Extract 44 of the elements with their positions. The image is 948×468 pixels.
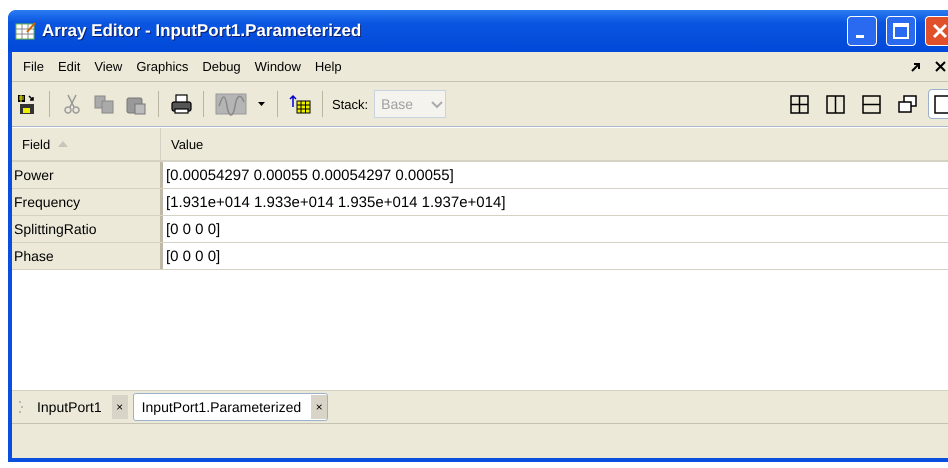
value-cell[interactable]: [0.00054297 0.00055 0.00054297 0.00055]	[163, 162, 948, 188]
maximize-button[interactable]	[886, 16, 916, 46]
close-icon	[935, 61, 946, 72]
stack-label: Stack:	[332, 96, 368, 112]
rows-layout-icon	[860, 94, 882, 114]
menu-item[interactable]: View	[87, 59, 130, 74]
menu-item[interactable]: Edit	[50, 59, 88, 74]
grip-icon	[18, 400, 24, 414]
wave-plot-icon	[215, 92, 247, 116]
menu-item[interactable]: Window	[248, 59, 308, 74]
close-icon	[932, 23, 948, 39]
minimize-button[interactable]	[847, 16, 877, 46]
grid-layout-icon	[788, 94, 810, 114]
value-cell[interactable]: [0 0 0 0]	[163, 216, 948, 242]
single-layout-icon	[932, 94, 948, 114]
value-cell[interactable]: [0 0 0 0]	[163, 243, 948, 269]
menu-item[interactable]: Graphics	[129, 59, 196, 74]
field-cell: SplittingRatio	[12, 216, 163, 242]
close-button[interactable]	[933, 59, 948, 74]
printer-icon	[170, 93, 192, 115]
floating-windows-icon	[896, 94, 918, 114]
value-cell[interactable]: [1.931e+014 1.933e+014 1.935e+014 1.937e+014]	[163, 189, 948, 215]
caret-icon	[257, 101, 266, 107]
tab-close-button[interactable]: ×	[112, 395, 128, 419]
maximize-icon	[893, 23, 909, 39]
grid-arrow-icon	[289, 93, 311, 115]
arrow-icon	[911, 62, 921, 72]
column-header[interactable]: Value	[161, 128, 948, 160]
column-header[interactable]: Field	[12, 128, 161, 160]
menu-item[interactable]: Help	[308, 59, 349, 74]
window-title: Array Editor - InputPort1.Parameterized	[42, 21, 362, 41]
minimize-icon	[856, 34, 864, 38]
document-tab[interactable]: InputPort1 ×	[28, 393, 129, 421]
columns-layout-icon	[824, 94, 846, 114]
table-edit-icon	[14, 20, 36, 42]
field-cell: Frequency	[12, 189, 163, 215]
copy-icon	[93, 93, 115, 115]
field-cell: Phase	[12, 243, 163, 269]
document-tab[interactable]: InputPort1.Parameterized ×	[132, 393, 328, 421]
sort-ascending-icon	[58, 140, 68, 148]
menu-item[interactable]: File	[16, 59, 51, 74]
menu-item[interactable]: Debug	[195, 59, 248, 74]
field-cell: Power	[12, 162, 163, 188]
tab-close-button[interactable]: ×	[311, 395, 328, 419]
